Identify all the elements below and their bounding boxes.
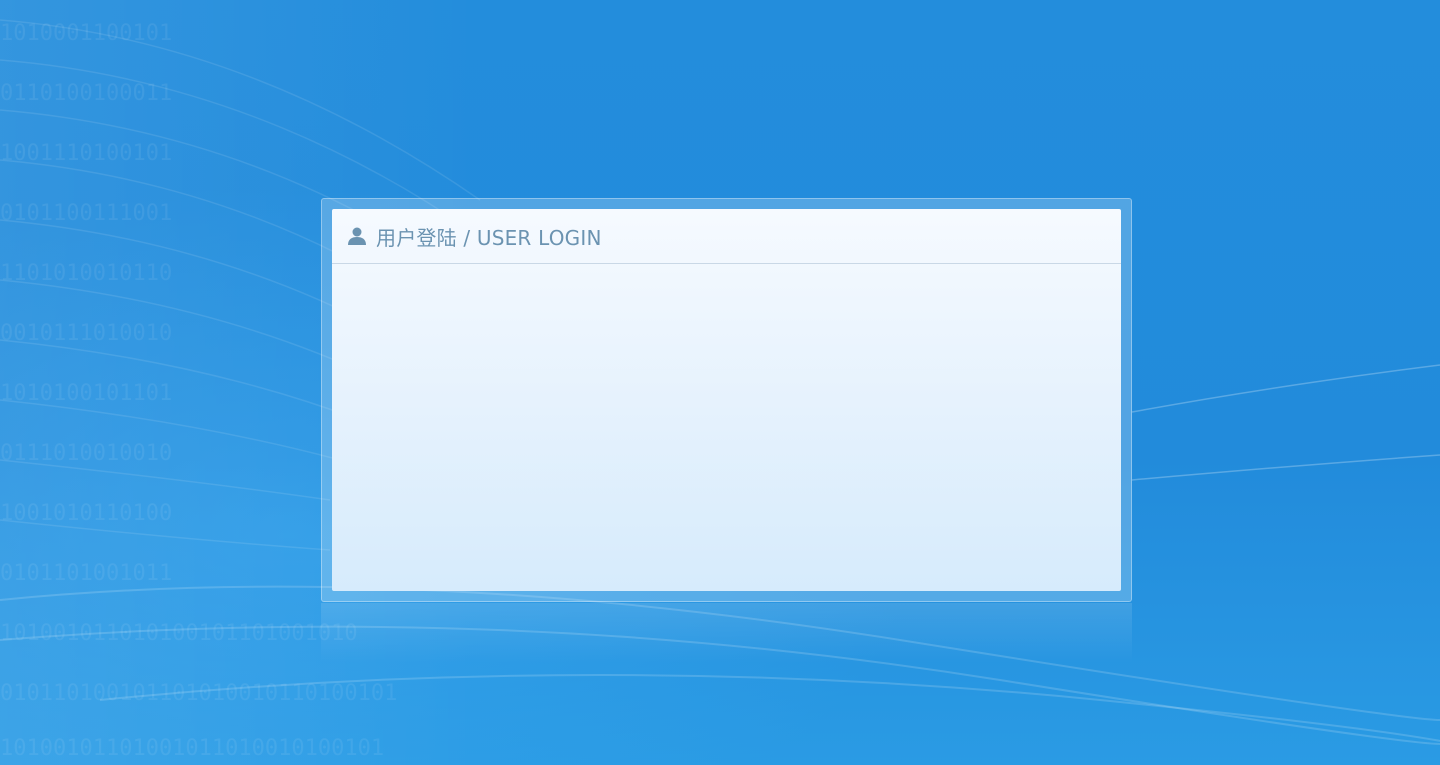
login-panel: 用户登陆 / USER LOGIN: [332, 209, 1121, 591]
login-form-area: [332, 264, 1121, 590]
login-title: 用户登陆 / USER LOGIN: [376, 225, 602, 250]
user-icon: [347, 226, 367, 246]
login-box-reflection: [321, 603, 1132, 663]
login-header: 用户登陆 / USER LOGIN: [332, 209, 1121, 264]
login-box-frame: 用户登陆 / USER LOGIN: [321, 198, 1132, 602]
